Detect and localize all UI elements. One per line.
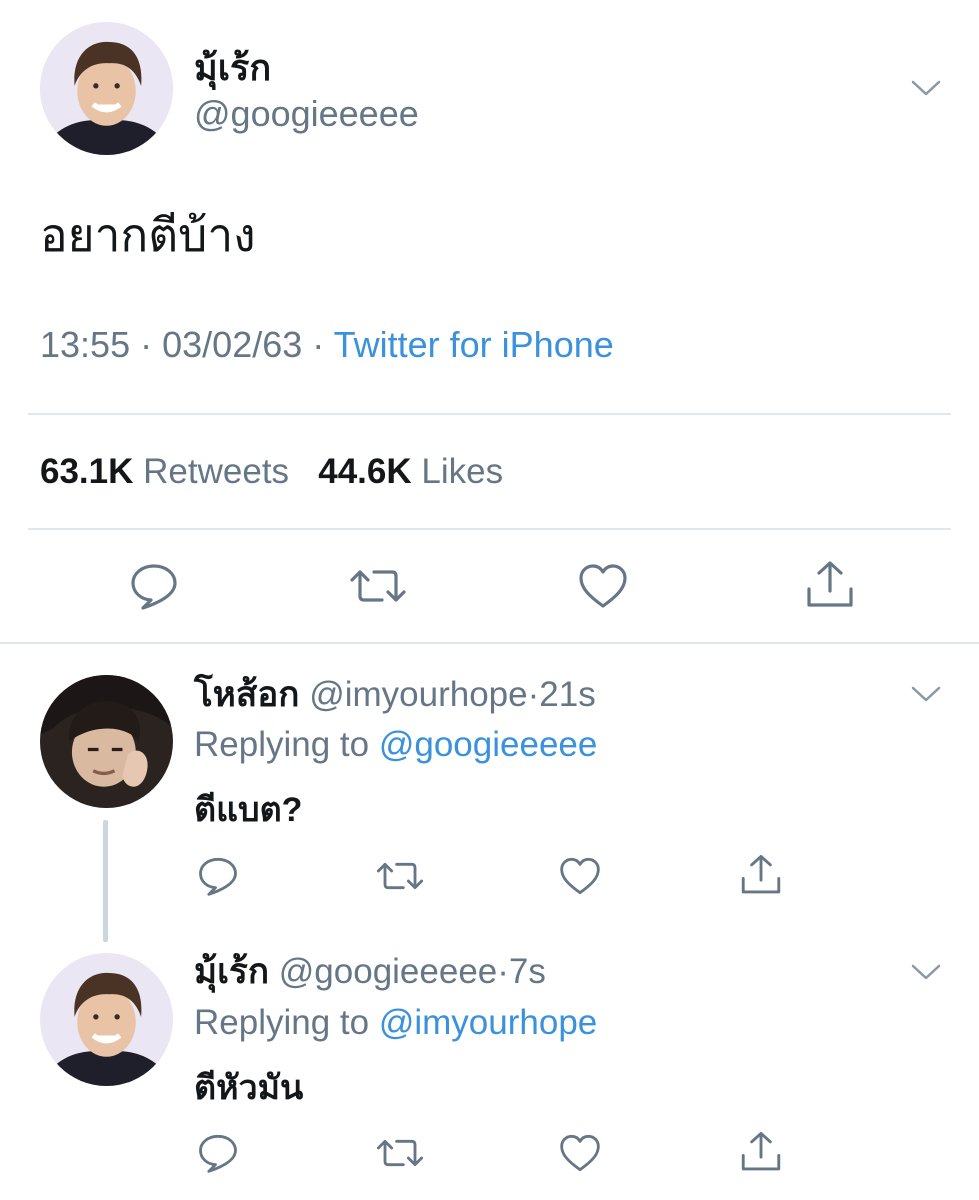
chevron-down-icon[interactable] [910,962,942,982]
share-upload-icon [741,854,781,894]
reply-header: มุ้เร้ก @googieeeee·7s [194,950,546,994]
author-handle[interactable]: @googieeeee [194,94,419,134]
share-button[interactable] [736,1129,786,1175]
replying-to-handle[interactable]: @googieeeee [379,725,598,764]
replying-to-line: Replying to @googieeeee [194,723,597,767]
retweets-count: 63.1K [40,452,134,491]
retweet-arrows-icon [376,862,424,890]
share-button[interactable] [736,852,786,898]
retweet-button[interactable] [346,560,410,612]
reply-button[interactable] [195,1132,241,1174]
retweet-button[interactable] [374,855,426,897]
like-button[interactable] [556,1132,604,1174]
divider [28,528,951,530]
reply-time: 7s [508,952,546,991]
tweet-date: 03/02/63 [162,324,303,365]
meta-separator: · [497,952,509,991]
divider [28,413,951,415]
tweet-stats: 63.1K Retweets 44.6K Likes [40,450,503,494]
heart-icon [579,564,627,608]
tweet-source-link[interactable]: Twitter for iPhone [334,324,614,365]
reply-display-name[interactable]: โหส้อก [194,675,299,714]
reply-text: ตีแบต? [194,791,303,829]
reply-header: โหส้อก @imyourhope·21s [194,673,596,717]
replying-prefix: Replying to [194,1003,370,1042]
tweet-time: 13:55 [40,324,131,365]
like-button[interactable] [575,560,631,612]
retweet-arrows-icon [376,1139,424,1167]
chevron-down-icon[interactable] [910,78,942,98]
meta-separator: · [140,324,153,365]
reply-button[interactable] [195,855,241,897]
avatar-image [40,675,173,808]
replying-prefix: Replying to [194,725,370,764]
meta-separator: · [527,675,540,714]
retweets-label: Retweets [143,452,290,491]
comment-bubble-icon [199,1134,237,1173]
reply-text: ตีหัวมัน [194,1069,304,1107]
likes-count: 44.6K [318,452,412,491]
replying-to-line: Replying to @imyourhope [194,1001,597,1045]
author-avatar[interactable] [40,22,173,155]
retweet-arrows-icon [350,570,406,602]
reply-author-avatar[interactable] [40,675,173,808]
reply-handle[interactable]: @imyourhope [309,675,527,714]
reply-handle[interactable]: @googieeeee [279,952,498,991]
reply-display-name[interactable]: มุ้เร้ก [194,952,269,991]
share-upload-icon [741,1131,781,1171]
thread-connector-line [103,820,108,942]
retweets-stat[interactable]: 63.1K Retweets [40,452,299,491]
meta-separator: · [312,324,325,365]
like-button[interactable] [556,855,604,897]
heart-icon [560,1134,600,1172]
share-upload-icon [807,561,853,607]
comment-bubble-icon [131,564,177,610]
avatar-image [40,22,173,155]
reply-time: 21s [539,675,596,714]
tweet-text: อยากตีบ้าง [40,209,256,261]
tweet-meta: 13:55 · 03/02/63 · Twitter for iPhone [40,323,614,367]
heart-icon [560,857,600,895]
reply-button[interactable] [124,560,184,612]
retweet-button[interactable] [374,1132,426,1174]
avatar-image [40,953,173,1086]
chevron-down-icon[interactable] [910,684,942,704]
reply-author-avatar[interactable] [40,953,173,1086]
replying-to-handle[interactable]: @imyourhope [379,1003,597,1042]
share-button[interactable] [800,558,860,612]
author-display-name[interactable]: มุ้เร้ก [194,48,271,88]
divider [0,642,979,644]
comment-bubble-icon [199,857,237,896]
likes-label: Likes [421,452,504,491]
likes-stat[interactable]: 44.6K Likes [318,452,503,491]
